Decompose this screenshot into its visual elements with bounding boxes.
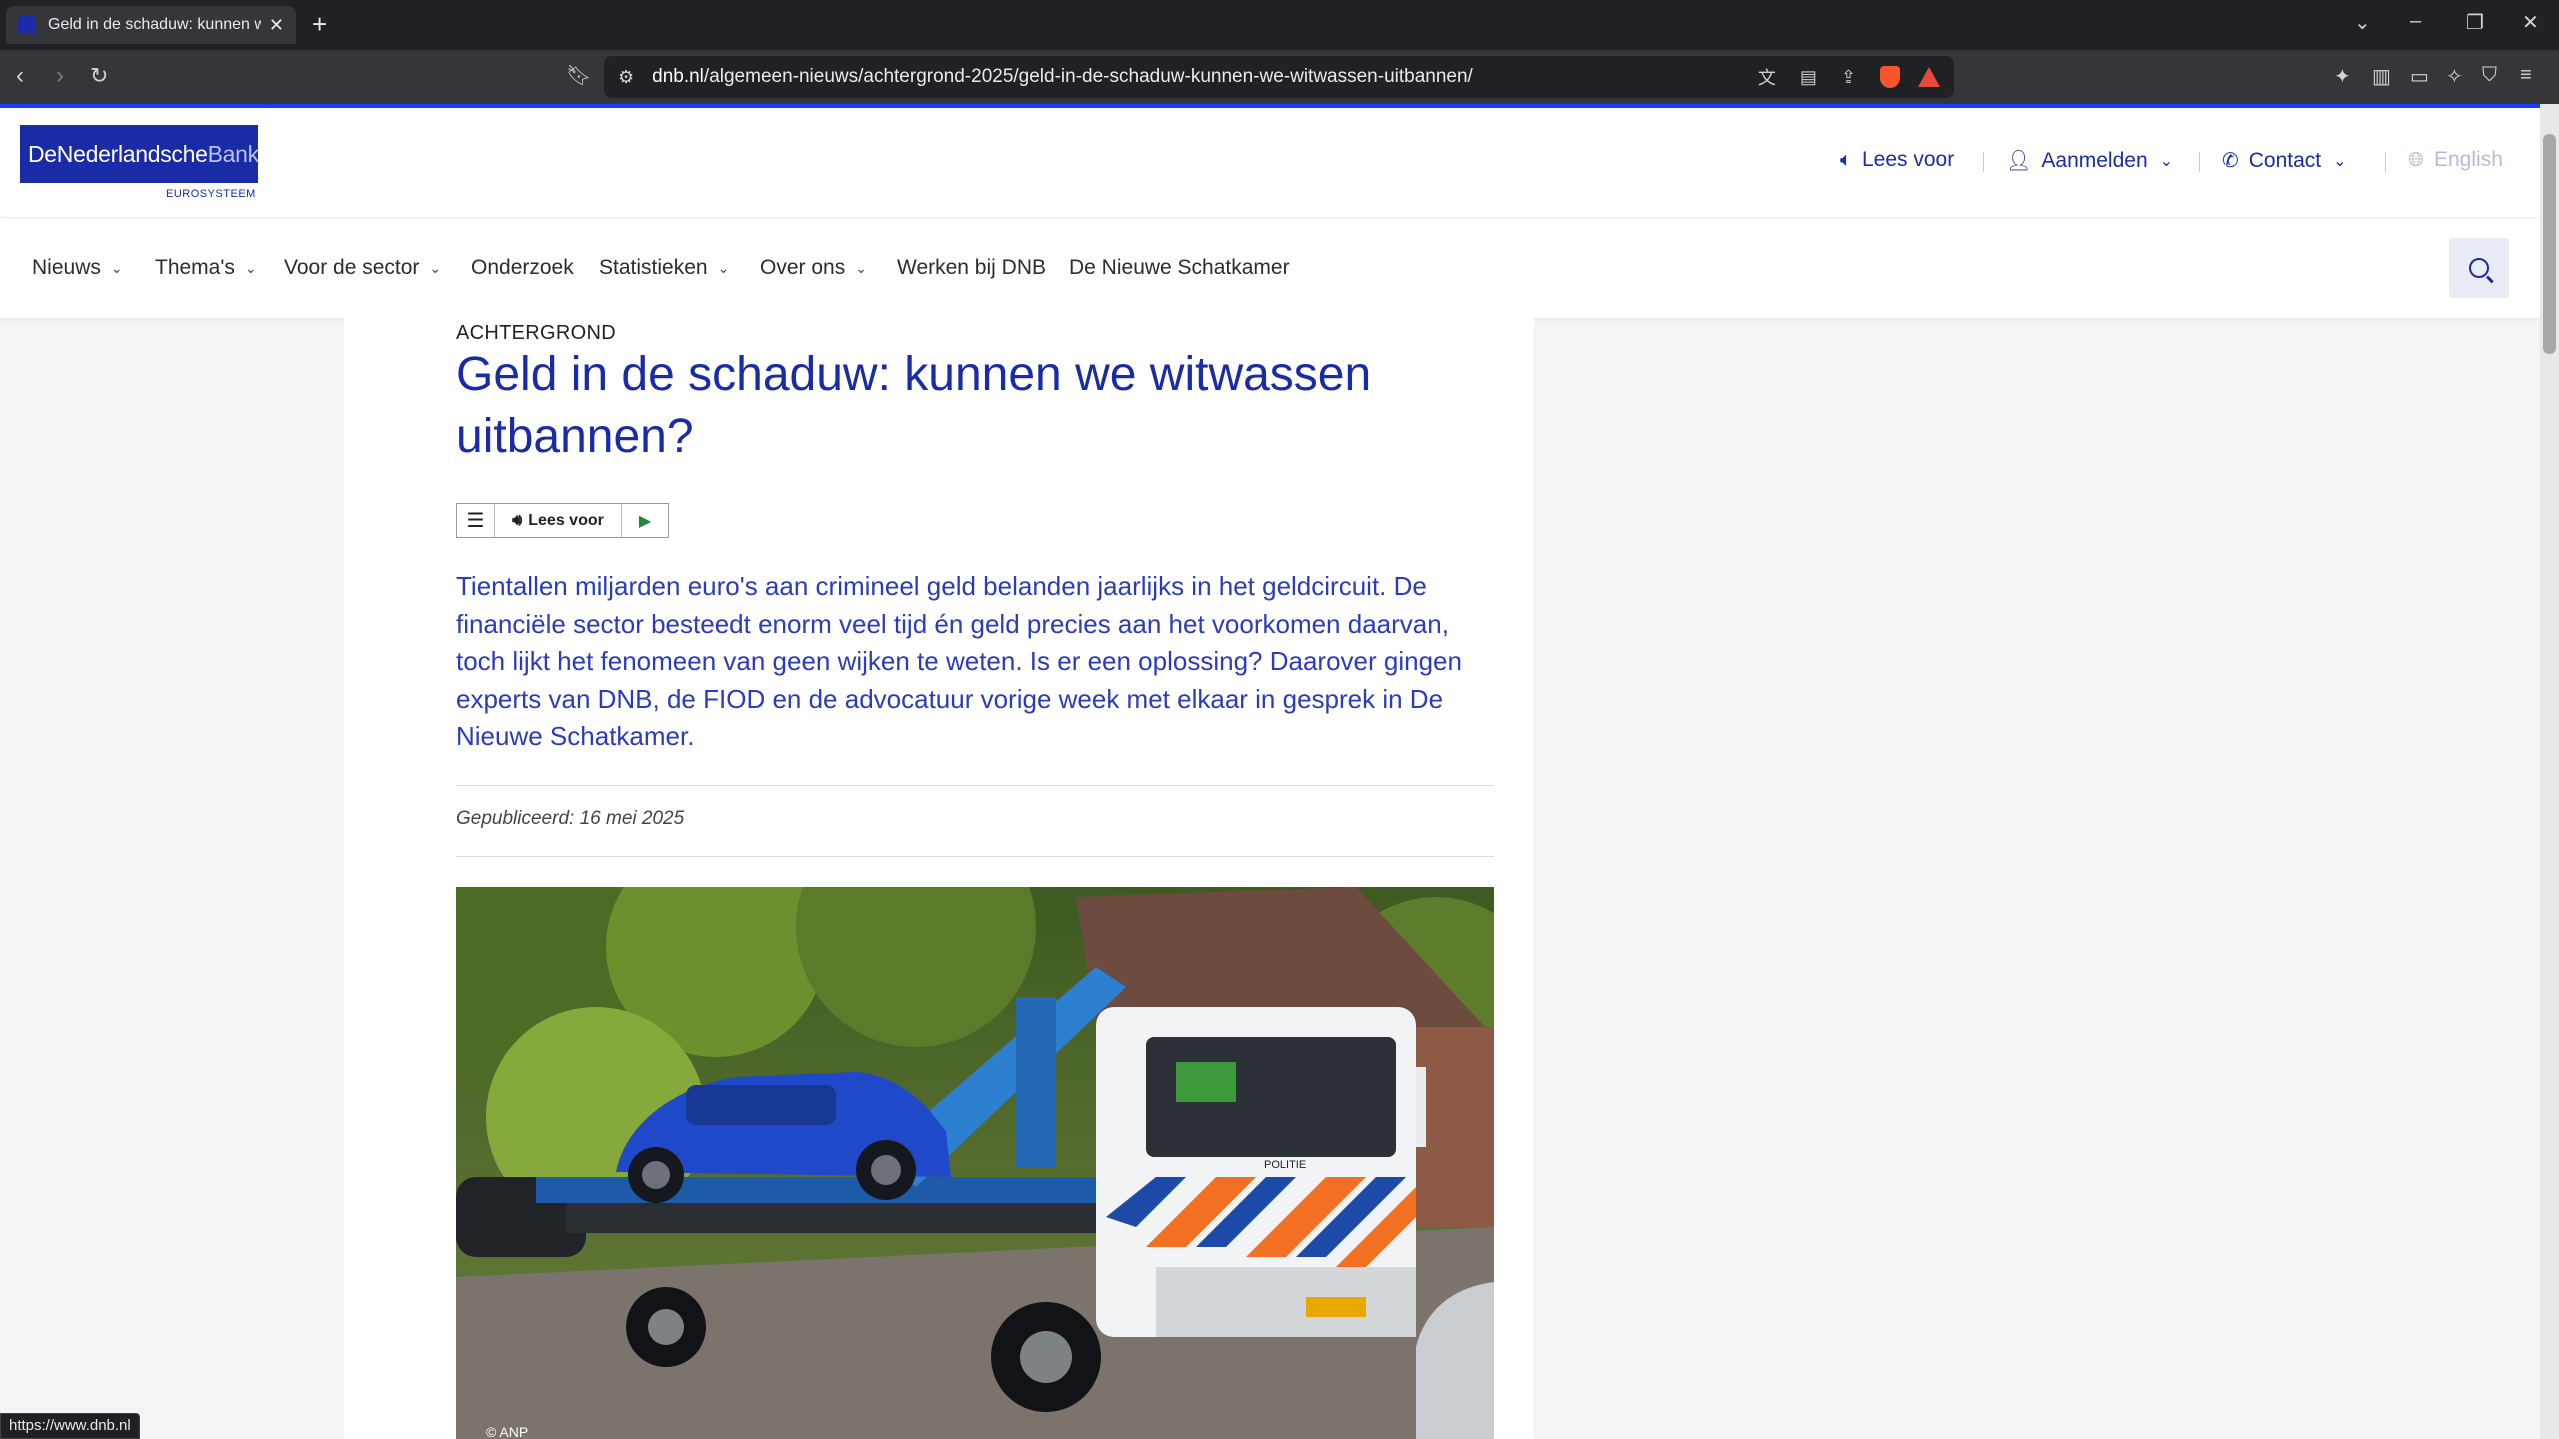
address-bar[interactable]: ⚙ dnb.nl/algemeen-nieuws/achtergrond-202… bbox=[604, 56, 1954, 98]
url-path: /algemeen-nieuws/achtergrond-2025/geld-i… bbox=[703, 66, 1473, 87]
forward-icon[interactable]: › bbox=[56, 62, 64, 90]
browser-tab[interactable]: Geld in de schaduw: kunnen we witwassen … bbox=[6, 6, 296, 44]
translate-icon[interactable]: 文 bbox=[1758, 64, 1776, 90]
contact-dropdown[interactable]: ✆ Contact ⌄ bbox=[2222, 148, 2347, 173]
dnb-favicon-icon bbox=[18, 16, 36, 34]
chevron-down-icon: ⌄ bbox=[2159, 152, 2174, 170]
nav-label: Statistieken bbox=[599, 256, 708, 279]
published-date: Gepubliceerd: 16 mei 2025 bbox=[456, 808, 684, 830]
browser-tab-strip: Geld in de schaduw: kunnen we witwassen … bbox=[0, 0, 2559, 50]
lees-voor-link[interactable]: 🔈︎ Lees voor bbox=[1840, 148, 1954, 172]
divider bbox=[1983, 152, 1984, 172]
site-header: DeNederlandscheBank EUROSYSTEEM 🔈︎ Lees … bbox=[0, 108, 2540, 218]
restore-icon[interactable]: ❐ bbox=[2466, 10, 2484, 35]
vpn-icon[interactable]: ⛉ bbox=[2482, 64, 2497, 87]
published-value: 16 mei 2025 bbox=[579, 808, 685, 829]
tab-search-chevron-icon[interactable]: ⌄ bbox=[2354, 10, 2371, 35]
search-icon bbox=[2469, 258, 2489, 278]
readspeaker-lees-voor-button[interactable]: 🔊︎ Lees voor bbox=[495, 504, 622, 537]
nav-statistieken[interactable]: Statistieken ⌄ bbox=[599, 256, 729, 280]
globe-icon: 🌐︎ bbox=[2408, 148, 2424, 171]
nav-label: Over ons bbox=[760, 256, 846, 279]
url-domain: dnb.nl bbox=[652, 66, 704, 87]
menu-icon[interactable]: ≡ bbox=[2520, 64, 2532, 87]
chevron-down-icon: ⌄ bbox=[855, 259, 867, 276]
phone-icon: ✆ bbox=[2222, 150, 2239, 172]
article-photo: POLITIE bbox=[456, 887, 1494, 1439]
divider bbox=[2199, 152, 2200, 172]
readspeaker-label: Lees voor bbox=[528, 511, 604, 529]
nav-label: Voor de sector bbox=[284, 256, 420, 279]
reader-icon[interactable]: ▤ bbox=[1800, 67, 1817, 88]
rewards-icon[interactable] bbox=[1918, 67, 1940, 87]
aanmelden-dropdown[interactable]: 👤︎ Aanmelden ⌄ bbox=[2006, 148, 2173, 173]
play-icon[interactable]: ▶ bbox=[622, 504, 668, 537]
browser-toolbar: ‹ › ↻ 🔖︎ ⚙ dnb.nl/algemeen-nieuws/achter… bbox=[0, 50, 2559, 104]
user-icon: 👤︎ bbox=[2006, 150, 2032, 172]
article-title: Geld in de schaduw: kunnen we witwassen … bbox=[456, 348, 1372, 463]
divider bbox=[2385, 152, 2386, 172]
nav-label: Nieuws bbox=[32, 256, 101, 279]
back-icon[interactable]: ‹ bbox=[16, 62, 24, 90]
divider bbox=[456, 856, 1494, 857]
logo-text-bank: Bank bbox=[207, 141, 260, 167]
photo-credit: © ANP bbox=[486, 1424, 529, 1439]
speaker-icon: 🔊︎ bbox=[512, 511, 523, 529]
nav-label: Werken bij DNB bbox=[897, 256, 1046, 279]
bookmark-icon[interactable]: 🔖︎ bbox=[566, 62, 591, 90]
nav-label: De Nieuwe Schatkamer bbox=[1069, 256, 1290, 279]
language-switch[interactable]: 🌐︎ English bbox=[2408, 148, 2503, 172]
url-text[interactable]: dnb.nl/algemeen-nieuws/achtergrond-2025/… bbox=[652, 66, 1734, 88]
brave-shield-icon[interactable] bbox=[1880, 66, 1900, 88]
nav-nieuws[interactable]: Nieuws ⌄ bbox=[32, 256, 123, 280]
english-label: English bbox=[2434, 148, 2503, 171]
readspeaker-player: ☰ 🔊︎ Lees voor ▶ bbox=[456, 503, 669, 538]
divider bbox=[456, 785, 1494, 786]
published-label: Gepubliceerd: bbox=[456, 808, 575, 829]
page-scrollbar[interactable] bbox=[2540, 104, 2559, 1439]
nav-onderzoek[interactable]: Onderzoek bbox=[471, 256, 574, 280]
nav-over-ons[interactable]: Over ons ⌄ bbox=[760, 256, 867, 280]
nav-themas[interactable]: Thema's ⌄ bbox=[155, 256, 257, 280]
tab-title: Geld in de schaduw: kunnen we witwassen … bbox=[48, 16, 261, 33]
scrollbar-thumb[interactable] bbox=[2543, 134, 2556, 354]
leo-icon[interactable]: ✧ bbox=[2446, 64, 2463, 89]
logo-subtitle: EUROSYSTEEM bbox=[166, 188, 256, 200]
chevron-down-icon: ⌄ bbox=[717, 259, 730, 276]
truck-politie-label: POLITIE bbox=[1264, 1159, 1306, 1171]
status-bar-url: https://www.dnb.nl bbox=[0, 1413, 140, 1439]
tow-truck-image: POLITIE bbox=[456, 887, 1494, 1439]
lees-voor-label: Lees voor bbox=[1862, 148, 1955, 171]
dnb-logo[interactable]: DeNederlandscheBank bbox=[20, 125, 260, 183]
chevron-down-icon: ⌄ bbox=[429, 259, 442, 276]
reload-icon[interactable]: ↻ bbox=[90, 62, 108, 90]
article-intro: Tientallen miljarden euro's aan criminee… bbox=[456, 571, 1462, 751]
speaker-icon: 🔈︎ bbox=[1840, 148, 1852, 171]
nav-label: Onderzoek bbox=[471, 256, 574, 279]
contact-label: Contact bbox=[2248, 148, 2322, 172]
share-icon[interactable]: ⇪ bbox=[1841, 67, 1856, 88]
chevron-down-icon: ⌄ bbox=[244, 259, 257, 276]
aanmelden-label: Aanmelden bbox=[2041, 148, 2148, 172]
main-navigation: Nieuws ⌄ Thema's ⌄ Voor de sector ⌄ Onderzo… bbox=[0, 218, 2540, 318]
nav-werken-bij-dnb[interactable]: Werken bij DNB bbox=[897, 256, 1046, 280]
readspeaker-menu-icon[interactable]: ☰ bbox=[457, 504, 495, 537]
wallet-icon[interactable]: ▭ bbox=[2410, 64, 2429, 89]
search-button[interactable] bbox=[2449, 238, 2509, 298]
extensions-icon[interactable]: ✦ bbox=[2334, 64, 2351, 89]
new-tab-icon[interactable]: + bbox=[312, 10, 327, 38]
logo-text: DeNederlandsche bbox=[28, 141, 208, 167]
chevron-down-icon: ⌄ bbox=[2333, 152, 2347, 170]
close-tab-icon[interactable]: ✕ bbox=[269, 15, 284, 36]
nav-label: Thema's bbox=[155, 256, 235, 279]
article-kicker: ACHTERGROND bbox=[456, 322, 616, 344]
minimize-icon[interactable]: – bbox=[2410, 10, 2421, 33]
site-settings-icon[interactable]: ⚙ bbox=[618, 67, 634, 88]
sidebar-icon[interactable]: ▥ bbox=[2372, 64, 2391, 89]
nav-voor-de-sector[interactable]: Voor de sector ⌄ bbox=[284, 256, 441, 280]
window-close-icon[interactable]: ✕ bbox=[2522, 10, 2539, 35]
nav-de-nieuwe-schatkamer[interactable]: De Nieuwe Schatkamer bbox=[1069, 256, 1290, 280]
chevron-down-icon: ⌄ bbox=[110, 259, 123, 276]
